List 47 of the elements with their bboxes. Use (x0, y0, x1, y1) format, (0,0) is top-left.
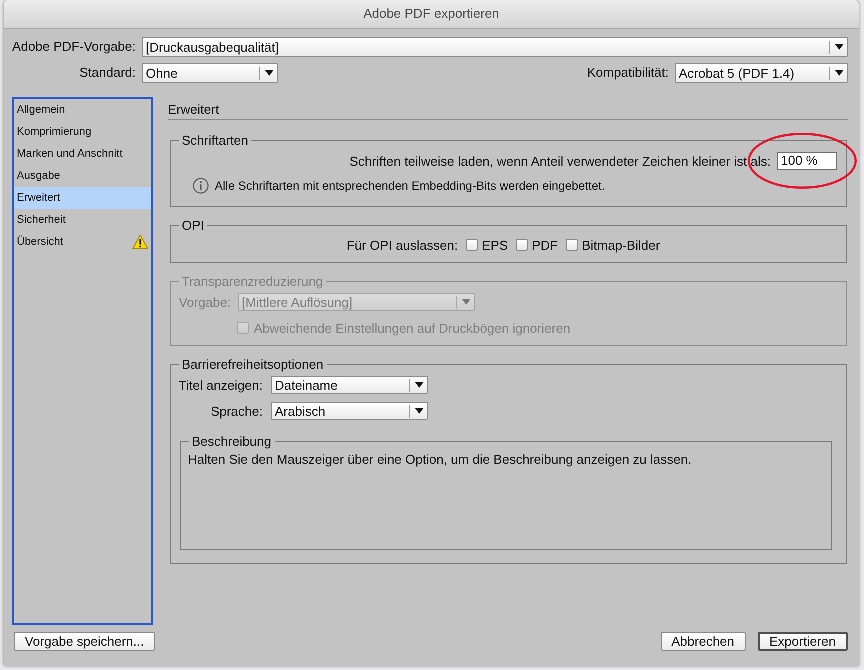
caret-icon (265, 70, 274, 76)
sidebar-item[interactable]: Komprimierung (14, 121, 151, 143)
section-heading: Erweitert (168, 102, 220, 117)
sidebar-item[interactable]: Ausgabe (14, 165, 151, 187)
info-icon (193, 178, 209, 194)
checkbox[interactable] (566, 239, 578, 251)
note-text: Alle Schriftarten mit entsprechenden Embedding-Bits werden eingebettet. (215, 179, 606, 193)
caret-icon (415, 408, 424, 414)
caret-icon (835, 70, 844, 76)
standard-dropdown[interactable]: Ohne (142, 63, 278, 83)
cancel-button[interactable]: Abbrechen (660, 632, 746, 651)
group-title: OPI (181, 218, 206, 233)
sidebar-item[interactable]: Übersicht (14, 231, 151, 253)
field-label: Für OPI auslassen: (346, 238, 458, 252)
field-label: Titel anzeigen: (178, 378, 263, 392)
preset-dropdown[interactable]: [Druckausgabequalität] (142, 37, 848, 57)
window-title: Adobe PDF exportieren (364, 6, 500, 22)
sidebar-item[interactable]: Marken und Anschnitt (14, 143, 151, 165)
save-preset-button[interactable]: Vorgabe speichern... (14, 632, 156, 651)
sidebar-item[interactable]: Sicherheit (14, 209, 151, 231)
field-label: Adobe PDF-Vorgabe: (12, 39, 136, 55)
caret-icon (462, 299, 472, 305)
sidebar-item[interactable]: Allgemein (14, 99, 151, 121)
checkbox[interactable] (516, 239, 528, 251)
export-button[interactable]: Exportieren (758, 632, 848, 651)
field-label: Schriften teilweise laden, wenn Anteil verwendeter Zeichen kleiner ist als: (350, 154, 771, 168)
caret-icon (415, 382, 424, 388)
sidebar-item[interactable]: Erweitert (14, 187, 151, 209)
field-label: Sprache: (210, 404, 263, 418)
checkbox[interactable] (466, 239, 478, 251)
title-dropdown[interactable]: Dateiname (271, 376, 428, 394)
percent-field[interactable]: 100 % (777, 152, 837, 170)
group-title: Schriftarten (181, 133, 250, 148)
group-title: Beschreibung (191, 434, 272, 449)
field-label: Kompatibilität: (587, 65, 669, 81)
checkbox-label: Bitmap-Bilder (582, 238, 660, 252)
caret-icon (835, 44, 844, 50)
compatibility-dropdown[interactable]: Acrobat 5 (PDF 1.4) (675, 63, 848, 83)
group-title: Transparenzreduzierung (181, 274, 324, 289)
field-label: Vorgabe: (179, 294, 232, 310)
language-dropdown[interactable]: Arabisch (271, 402, 428, 420)
description-text: Halten Sie den Mauszeiger über eine Option, um die Beschreibung anzeigen zu lassen. (188, 452, 692, 467)
checkbox-label: Abweichende Einstellungen auf Druckbögen ignorieren (254, 320, 571, 336)
checkbox-label: PDF (532, 238, 558, 252)
field-label: Standard: (80, 65, 136, 81)
group-title: Barrierefreiheitsoptionen (181, 357, 325, 372)
checkbox-label: EPS (482, 238, 508, 252)
